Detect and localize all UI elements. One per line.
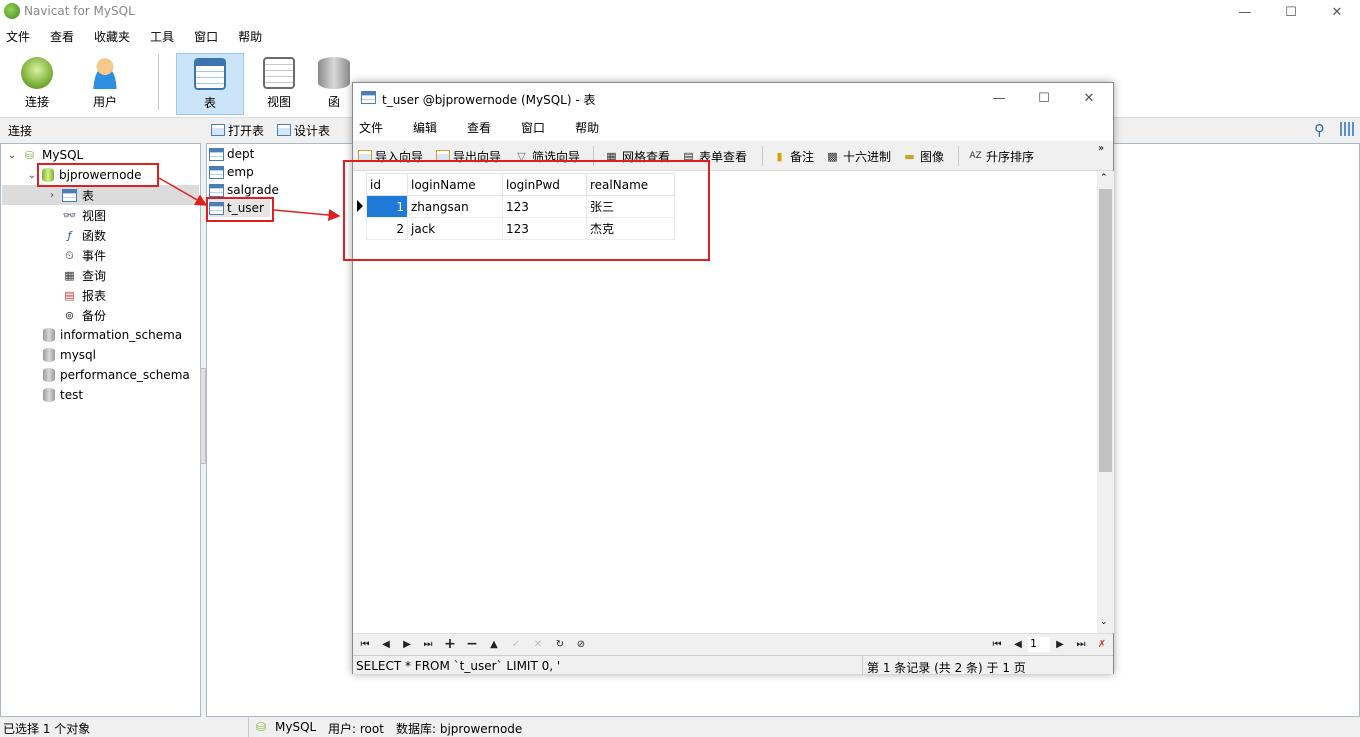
navicat-app: Navicat for MySQL — ☐ ✕ 文件 查看 收藏夹 工具 窗口 … — [0, 0, 1360, 737]
annotation-arrows — [158, 177, 341, 222]
annotation-arrow-2 — [273, 209, 341, 222]
annotation-arrow-1 — [158, 177, 208, 206]
